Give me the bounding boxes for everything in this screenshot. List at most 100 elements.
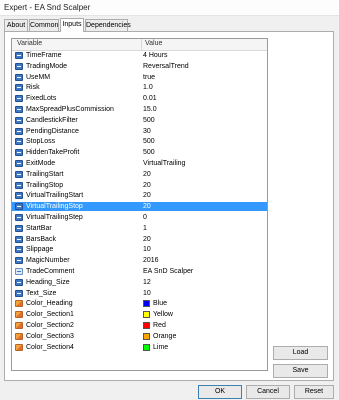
cancel-button[interactable]: Cancel bbox=[246, 385, 290, 399]
table-row[interactable]: Heading_Size 12 bbox=[12, 278, 267, 287]
color-icon bbox=[15, 343, 23, 351]
variable-value[interactable]: 20 bbox=[143, 182, 151, 189]
table-row[interactable]: BarsBack 20 bbox=[12, 235, 267, 244]
variable-value[interactable]: 500 bbox=[143, 138, 155, 145]
tab-common[interactable]: Common bbox=[29, 19, 59, 31]
ok-button[interactable]: OK bbox=[198, 385, 242, 399]
variable-name: Heading_Size bbox=[26, 278, 70, 286]
reset-button[interactable]: Reset bbox=[294, 385, 334, 399]
variable-value[interactable]: 10 bbox=[143, 246, 151, 253]
variable-name: PendingDistance bbox=[26, 127, 79, 135]
table-row[interactable]: StopLoss 500 bbox=[12, 137, 267, 146]
tab-dependencies[interactable]: Dependencies bbox=[85, 19, 131, 31]
table-row[interactable]: MaxSpreadPlusCommission 15.0 bbox=[12, 105, 267, 114]
color-icon bbox=[15, 311, 23, 319]
table-row[interactable]: Color_Heading Blue bbox=[12, 299, 267, 308]
table-row[interactable]: StartBar 1 bbox=[12, 224, 267, 233]
variable-value[interactable]: 4 Hours bbox=[143, 52, 168, 59]
variable-name: Color_Section4 bbox=[26, 343, 74, 351]
column-header-variable[interactable]: Variable bbox=[17, 40, 42, 47]
number-icon bbox=[15, 192, 23, 200]
table-row[interactable]: MagicNumber 2016 bbox=[12, 256, 267, 265]
variable-value[interactable]: 20 bbox=[143, 171, 151, 178]
variable-value[interactable]: ReversalTrend bbox=[143, 63, 189, 70]
variable-name: FixedLots bbox=[26, 95, 57, 103]
variable-name: Color_Heading bbox=[26, 300, 73, 308]
table-row[interactable]: Color_Section2 Red bbox=[12, 321, 267, 330]
table-row[interactable]: Color_Section1 Yellow bbox=[12, 310, 267, 319]
grid-header: Variable Value bbox=[12, 39, 267, 51]
variable-value[interactable]: 12 bbox=[143, 279, 151, 286]
variable-value[interactable]: VirtualTrailing bbox=[143, 160, 185, 167]
table-row[interactable]: FixedLots 0.01 bbox=[12, 94, 267, 103]
variable-value[interactable]: EA SnD Scalper bbox=[143, 268, 193, 275]
number-icon bbox=[15, 235, 23, 243]
number-icon bbox=[15, 170, 23, 178]
table-row[interactable]: Color_Section4 Lime bbox=[12, 343, 267, 352]
table-row[interactable]: VirtualTrailingStep 0 bbox=[12, 213, 267, 222]
variable-name: Color_Section2 bbox=[26, 322, 74, 329]
variable-value[interactable]: 10 bbox=[143, 290, 151, 297]
variable-name: Slippage bbox=[26, 246, 54, 254]
variable-value[interactable]: Blue bbox=[153, 300, 167, 307]
variable-value[interactable]: 15.0 bbox=[143, 106, 157, 113]
table-row[interactable]: Risk 1.0 bbox=[12, 83, 267, 92]
table-row[interactable]: TrailingStop 20 bbox=[12, 181, 267, 190]
number-icon bbox=[15, 203, 23, 211]
table-row[interactable]: Slippage 10 bbox=[12, 245, 267, 254]
variable-name: VirtualTrailingStep bbox=[26, 214, 83, 221]
variable-name: BarsBack bbox=[26, 235, 56, 243]
table-row[interactable]: VirtualTrailingStop 20 bbox=[12, 202, 267, 212]
number-icon bbox=[15, 138, 23, 146]
variable-value[interactable]: 2016 bbox=[143, 257, 159, 264]
variable-name: MagicNumber bbox=[26, 257, 70, 265]
table-row[interactable]: ExitMode VirtualTrailing bbox=[12, 159, 267, 168]
variable-value[interactable]: 20 bbox=[143, 203, 151, 210]
variable-value[interactable]: 30 bbox=[143, 128, 151, 135]
variable-name: VirtualTrailingStop bbox=[26, 203, 83, 211]
table-row[interactable]: HiddenTakeProfit 500 bbox=[12, 148, 267, 157]
color-swatch bbox=[143, 332, 150, 340]
table-row[interactable]: TimeFrame 4 Hours bbox=[12, 51, 267, 60]
color-swatch bbox=[143, 300, 150, 308]
table-row[interactable]: TrailingStart 20 bbox=[12, 170, 267, 179]
number-icon bbox=[15, 289, 23, 297]
variable-value[interactable]: 1 bbox=[143, 225, 147, 232]
table-row[interactable]: Text_Size 10 bbox=[12, 289, 267, 298]
variable-value[interactable]: Red bbox=[153, 322, 166, 329]
number-icon bbox=[15, 62, 23, 70]
number-icon bbox=[15, 106, 23, 113]
inputs-grid[interactable]: Variable Value TimeFrame 4 Hours TradingMo… bbox=[11, 38, 268, 371]
variable-value[interactable]: Orange bbox=[153, 333, 176, 340]
table-row[interactable]: UseMM true bbox=[12, 73, 267, 82]
variable-value[interactable]: true bbox=[143, 74, 155, 81]
tab-about[interactable]: About bbox=[4, 19, 28, 31]
variable-value[interactable]: 1.0 bbox=[143, 84, 153, 91]
color-swatch bbox=[143, 343, 150, 351]
column-separator[interactable] bbox=[141, 39, 142, 50]
column-header-value[interactable]: Value bbox=[145, 40, 162, 47]
load-button[interactable]: Load bbox=[273, 346, 328, 360]
variable-name: TradeComment bbox=[26, 268, 75, 275]
variable-value[interactable]: Yellow bbox=[153, 311, 173, 318]
table-row[interactable]: TradeComment EA SnD Scalper bbox=[12, 267, 267, 276]
variable-value[interactable]: 20 bbox=[143, 192, 151, 199]
variable-value[interactable]: 500 bbox=[143, 149, 155, 156]
color-icon bbox=[15, 322, 23, 329]
variable-value[interactable]: 0.01 bbox=[143, 95, 157, 102]
number-icon bbox=[15, 257, 23, 265]
table-row[interactable]: TradingMode ReversalTrend bbox=[12, 62, 267, 71]
save-button[interactable]: Save bbox=[273, 364, 328, 378]
table-row[interactable]: VirtualTrailingStart 20 bbox=[12, 191, 267, 200]
variable-value[interactable]: 0 bbox=[143, 214, 147, 221]
variable-value[interactable]: Lime bbox=[153, 344, 168, 351]
tab-inputs[interactable]: Inputs bbox=[60, 18, 84, 32]
table-row[interactable]: CandlestickFilter 500 bbox=[12, 116, 267, 125]
variable-value[interactable]: 500 bbox=[143, 117, 155, 124]
table-row[interactable]: Color_Section3 Orange bbox=[12, 332, 267, 341]
table-row[interactable]: PendingDistance 30 bbox=[12, 127, 267, 136]
variable-value[interactable]: 20 bbox=[143, 236, 151, 243]
variable-name: TimeFrame bbox=[26, 52, 62, 59]
color-icon bbox=[15, 300, 23, 308]
variable-name: UseMM bbox=[26, 73, 51, 81]
